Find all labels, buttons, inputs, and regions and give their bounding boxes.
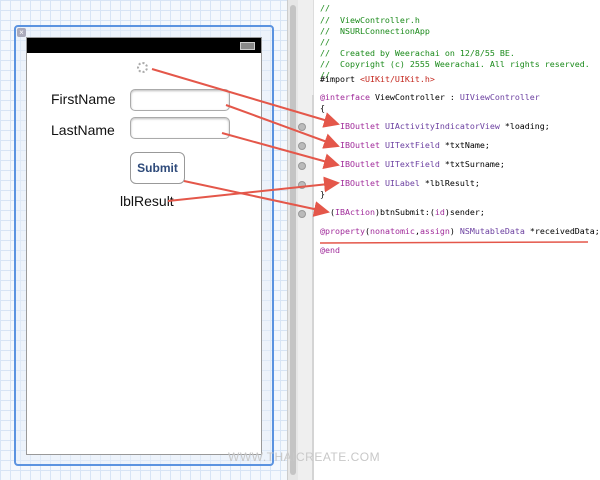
arrow-txtname [225, 104, 340, 149]
arrow-loading [151, 68, 340, 128]
arrow-lblresult [167, 176, 340, 202]
property-underline [319, 241, 589, 244]
arrow-txtsurname [221, 132, 340, 169]
connection-arrows [151, 68, 589, 244]
